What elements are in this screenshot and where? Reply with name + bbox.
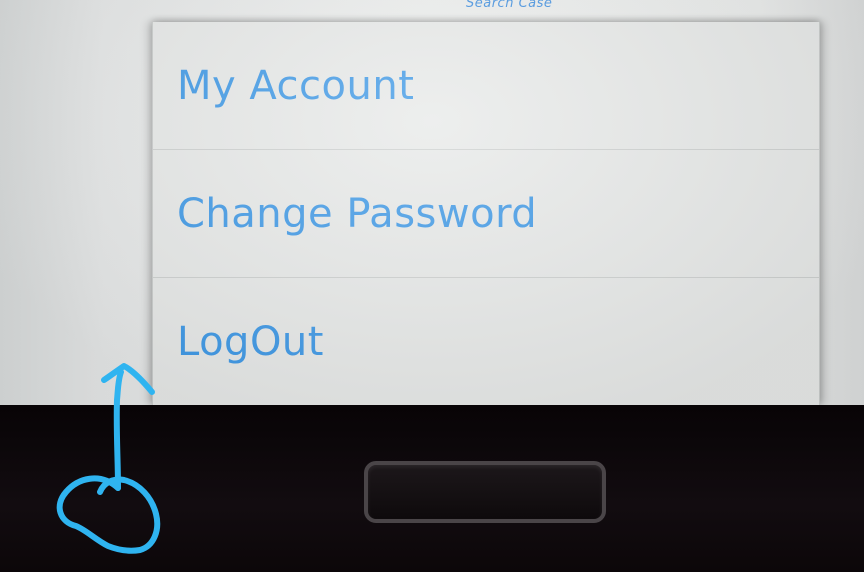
menu-item-label: My Account [177, 63, 415, 109]
phone-screen: Search Case My Account Change Password L… [0, 0, 864, 405]
menu-item-label: Change Password [177, 191, 538, 237]
page-title: Search Case [466, 0, 553, 11]
menu-item-my-account[interactable]: My Account [153, 22, 819, 150]
overflow-menu: My Account Change Password LogOut [152, 22, 820, 405]
menu-item-label: LogOut [177, 319, 324, 365]
menu-item-logout[interactable]: LogOut [153, 278, 819, 405]
home-button[interactable] [364, 461, 606, 523]
menu-item-change-password[interactable]: Change Password [153, 150, 819, 278]
